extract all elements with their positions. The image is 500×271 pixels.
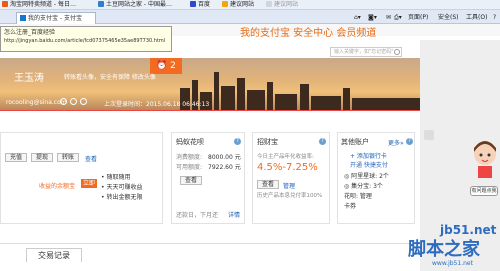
zhaocaibao-view-button[interactable]: 查看 xyxy=(257,180,279,189)
favorite-link-5[interactable]: 建议网站 xyxy=(266,1,298,9)
favorite-link-2[interactable]: 土豆网站之家 - 中国最… xyxy=(98,1,172,9)
help-menu[interactable]: ? xyxy=(493,13,496,22)
avatar-slogan[interactable]: 转账看头像，安全有保障 修改头像 xyxy=(64,72,156,81)
recharge-button[interactable]: 充值 xyxy=(5,153,27,162)
tooltip-url: http://jingyan.baidu.com/article/fcd0737… xyxy=(4,38,166,44)
last-login-time: 上次登录时间：2015.06.18 06:46:13 xyxy=(104,101,210,108)
coupon-link[interactable]: 卡券 xyxy=(344,201,356,210)
username: 王玉涛 xyxy=(14,73,44,84)
limit-value: 8000.00 元 xyxy=(208,154,241,161)
divider xyxy=(0,110,420,111)
search-input[interactable]: 输入关键字，如"忘记密码" xyxy=(330,47,402,57)
search-icon[interactable] xyxy=(394,49,400,55)
page-menu[interactable]: 页面(P) xyxy=(408,13,428,22)
available-value: 7922.60 元 xyxy=(208,164,241,171)
rate-desc: 今日主产品年化收益率: xyxy=(257,154,314,160)
huabei-view-button[interactable]: 查看 xyxy=(180,176,202,185)
tab-transactions[interactable]: 交易记录 xyxy=(26,248,82,262)
tudou-icon xyxy=(98,1,104,7)
rate-value: 4.5%-7.25% xyxy=(257,162,318,173)
account-email: rocooling@sina.com xyxy=(6,99,67,106)
watermark-url: www.jb51.net xyxy=(432,260,473,267)
baidu-icon xyxy=(190,1,196,7)
view-link[interactable]: 查看 xyxy=(85,154,97,163)
assistant-avatar-icon[interactable] xyxy=(472,140,498,178)
favorite-link-1[interactable]: 淘宝网特卖频道 - 每日… xyxy=(2,1,76,9)
suggested-sites-icon xyxy=(266,1,272,7)
transfer-button[interactable]: 转账 xyxy=(57,153,79,162)
feature-item: • 天天可赚收益 xyxy=(101,184,143,191)
yuebao-label: 收益的余额宝 xyxy=(39,183,76,190)
express-pay-link[interactable]: 开通 快捷支付 xyxy=(350,160,388,169)
suggested-sites-icon xyxy=(222,1,228,7)
detail-link[interactable]: 详情 xyxy=(228,210,240,219)
email-icon[interactable] xyxy=(80,98,87,105)
points-icon: ◎ xyxy=(344,183,350,190)
favorite-link-4[interactable]: 建议网站 xyxy=(222,1,254,9)
feature-item: • 随取随用 xyxy=(101,174,131,181)
browser-tab[interactable]: 我的支付宝 - 支付宝 xyxy=(16,12,96,24)
available-label: 可用额度: xyxy=(176,164,203,171)
print-icon[interactable]: ⎙▾ xyxy=(394,13,402,22)
certified-icon[interactable] xyxy=(60,98,67,105)
link-tooltip: 怎么注册_百度经验 http://jingyan.baidu.com/artic… xyxy=(0,26,172,52)
help-icon[interactable]: ? xyxy=(234,138,241,145)
limit-label: 消费额度: xyxy=(176,154,203,161)
other-accounts-card: 其他账户 更多» ? + 添加银行卡 开通 快捷支付 ◎ 阿里星球: 2个 ◎ … xyxy=(337,132,415,224)
points-text: ◎ 集分宝: 3个 xyxy=(344,183,383,190)
collapse-icon[interactable] xyxy=(424,130,434,140)
history-text: 历史产品本息兑付率100% xyxy=(257,193,323,199)
others-title: 其他账户 xyxy=(341,138,369,146)
zhaocaibao-title: 招财宝 xyxy=(257,138,278,146)
open-button[interactable]: 立即 xyxy=(81,179,97,188)
help-icon[interactable]: ? xyxy=(406,138,413,145)
help-assistant-label[interactable]: 有问题点我 xyxy=(470,186,498,196)
mail-icon[interactable]: ✉ xyxy=(386,13,391,22)
huabei-card: 蚂蚁花呗 ? 消费额度: 8000.00 元 可用额度: 7922.60 元 查… xyxy=(171,132,245,224)
phone-icon[interactable] xyxy=(70,98,77,105)
tab-bar: 我的支付宝 - 支付宝 ⌂▾ ◙▾ ✉ ⎙▾ 页面(P) 安全(S) 工具(O)… xyxy=(0,10,500,24)
tooltip-title: 怎么注册_百度经验 xyxy=(4,29,56,36)
withdraw-button[interactable]: 提现 xyxy=(31,153,53,162)
alipay-icon xyxy=(20,15,26,21)
watermark-name: 脚本之家 xyxy=(408,239,480,260)
feature-item: • 转出金额无限 xyxy=(101,194,143,201)
more-link[interactable]: 更多» xyxy=(388,138,404,147)
zhaocaibao-card: 招财宝 ? 今日主产品年化收益率: 4.5%-7.25% 保本 查看 管理 历史… xyxy=(252,132,330,224)
safety-menu[interactable]: 安全(S) xyxy=(438,13,459,22)
alistar-text: ◎ 阿里星球: 2个 xyxy=(344,173,389,180)
repay-text: 还款日，下月还 xyxy=(176,212,219,219)
feeds-icon[interactable]: ◙▾ xyxy=(368,13,377,22)
star-icon: ◎ xyxy=(344,173,350,180)
alarm-count: 2 xyxy=(170,61,176,71)
home-icon[interactable]: ⌂▾ xyxy=(354,13,361,22)
manage-link[interactable]: 管理 xyxy=(283,181,295,190)
huabei-manage-text[interactable]: 花呗: 管理 xyxy=(344,191,372,200)
help-icon[interactable]: ? xyxy=(319,138,326,145)
favorites-bar: 淘宝网特卖频道 - 每日… 土豆网站之家 - 中国最… 百度 建议网站 建议网站 xyxy=(0,0,500,10)
balance-card: 充值 提现 转账 查看 • 随取随用 • 天天可赚收益 • 转出金额无限 收益的… xyxy=(0,132,163,224)
tools-menu[interactable]: 工具(O) xyxy=(466,13,487,22)
huabei-title: 蚂蚁花呗 xyxy=(176,138,204,146)
main-nav[interactable]: 我的支付宝 安全中心 会员频道 xyxy=(240,24,376,39)
add-card-link[interactable]: + 添加银行卡 xyxy=(350,151,387,160)
favorite-link-3[interactable]: 百度 xyxy=(190,1,210,9)
taobao-icon xyxy=(2,1,8,7)
